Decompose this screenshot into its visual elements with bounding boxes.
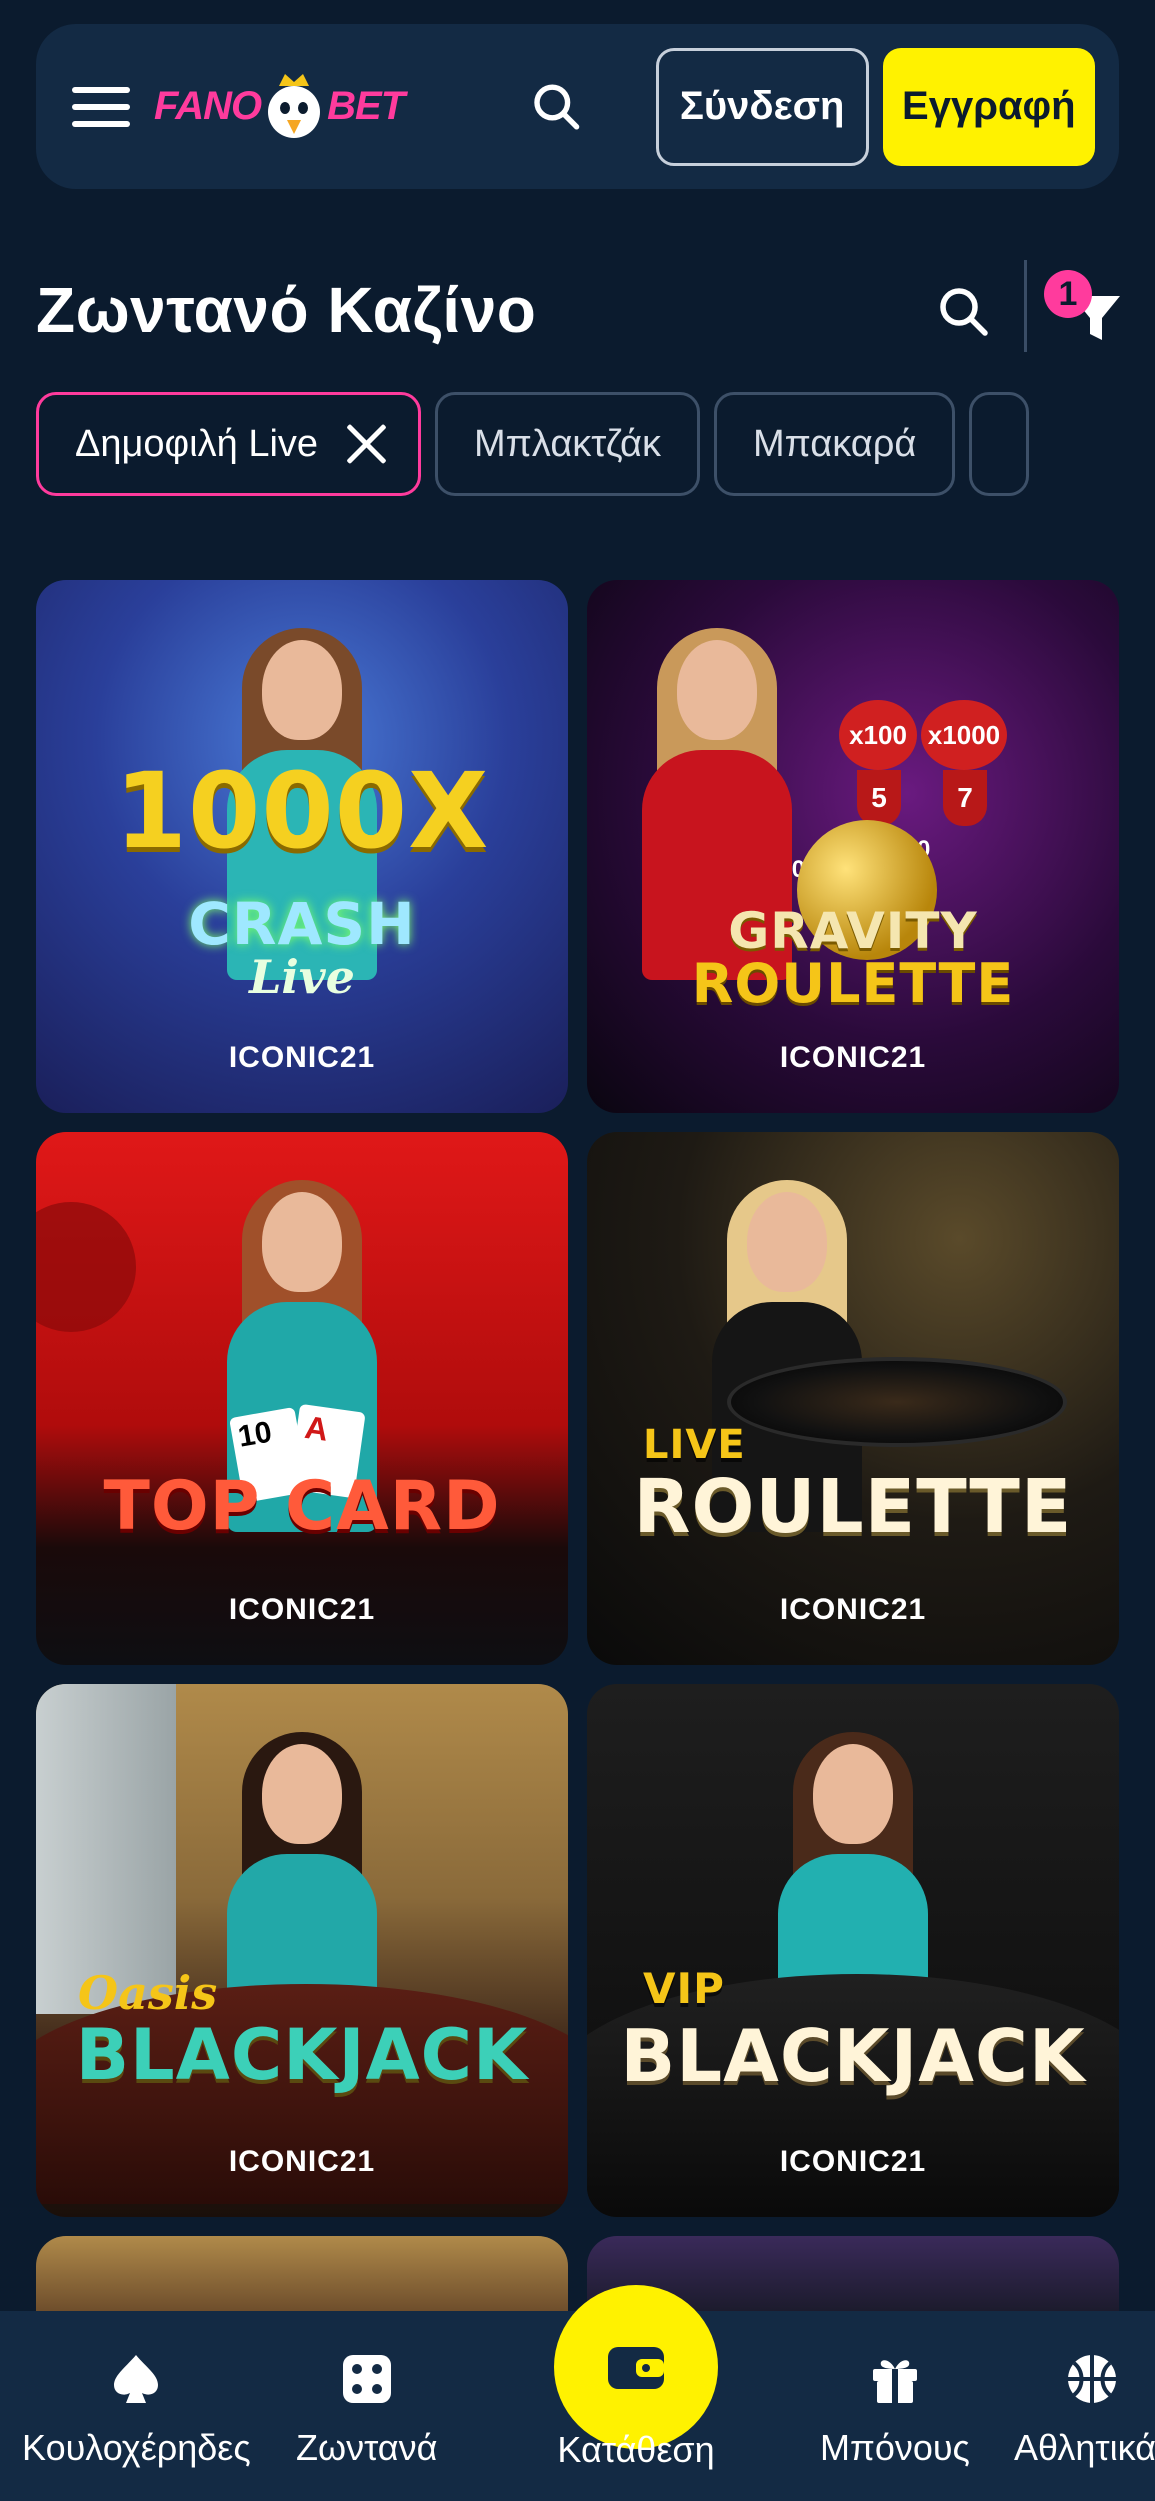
game-tile-vip-blackjack[interactable]: VIP BLACKJACK ICONIC21 bbox=[587, 1684, 1119, 2217]
multiplier-x100: x100 bbox=[839, 700, 917, 770]
divider bbox=[1024, 260, 1027, 352]
game-tile-partial[interactable] bbox=[36, 2236, 568, 2316]
chip-blackjack[interactable]: Μπλακτζάκ bbox=[435, 392, 700, 496]
game-tile-live-roulette[interactable]: LIVE ROULETTE ICONIC21 bbox=[587, 1132, 1119, 1665]
hamburger-menu-icon[interactable] bbox=[60, 71, 130, 143]
eagle-mascot-icon bbox=[268, 73, 321, 138]
provider-logo: ICONIC21 bbox=[779, 2145, 927, 2178]
page-title: Ζωντανό Καζίνο bbox=[36, 274, 537, 346]
chip-label: Μπλακτζάκ bbox=[474, 422, 661, 465]
chip-label: Μπακαρά bbox=[752, 422, 917, 465]
filter-count-badge: 1 bbox=[1044, 270, 1092, 318]
spade-icon bbox=[114, 2355, 159, 2403]
game-tile-crash-live[interactable]: 1000X CRASH Live ICONIC21 bbox=[36, 580, 568, 1113]
provider-logo: ICONIC21 bbox=[228, 1593, 376, 1626]
chip-label: Δημοφιλή Live bbox=[75, 422, 319, 465]
nav-sports[interactable]: Αθλητικά bbox=[1014, 2351, 1155, 2469]
category-chips: Δημοφιλή Live Μπλακτζάκ Μπακαρά bbox=[36, 392, 1155, 496]
deposit-button[interactable] bbox=[554, 2285, 718, 2449]
curtain-panel bbox=[36, 1684, 176, 2014]
provider-logo: ICONIC21 bbox=[228, 1041, 376, 1074]
logo-text-left: FANO bbox=[154, 84, 262, 128]
game-tile-top-card[interactable]: 10 A TOP CARD ICONIC21 bbox=[36, 1132, 568, 1665]
number-5: 5 bbox=[857, 770, 901, 826]
dice-icon bbox=[342, 2355, 391, 2403]
chip-baccarat[interactable]: Μπακαρά bbox=[713, 392, 956, 496]
nav-slots[interactable]: Κουλοχέρηδες bbox=[22, 2351, 251, 2469]
game-title: BLACKJACK bbox=[620, 2014, 1086, 2098]
title-row: Ζωντανό Καζίνο 1 bbox=[36, 260, 1120, 360]
nav-label: Ζωντανά bbox=[296, 2427, 438, 2468]
game-title: BLACKJACK bbox=[75, 2014, 529, 2096]
search-icon[interactable] bbox=[528, 75, 586, 139]
game-tile-gravity-roulette[interactable]: x100 x1000 5 7 x1000 x500 GRAVITY ROULET… bbox=[587, 580, 1119, 1113]
provider-logo: ICONIC21 bbox=[779, 1593, 927, 1626]
games-search-icon[interactable] bbox=[934, 282, 994, 342]
game-title: TOP CARD bbox=[103, 1467, 501, 1546]
provider-logo: ICONIC21 bbox=[228, 2145, 376, 2178]
nav-label: Αθλητικά bbox=[1014, 2427, 1155, 2468]
fanobet-logo[interactable]: FANO BET bbox=[154, 72, 405, 142]
game-subtitle: LIVE bbox=[643, 1422, 746, 1468]
chip-popular-live[interactable]: Δημοφιλή Live bbox=[36, 392, 422, 496]
chip-next[interactable] bbox=[969, 392, 1030, 496]
top-header: FANO BET Σύνδεση Εγγραφή bbox=[36, 24, 1119, 189]
bottom-navigation: Κουλοχέρηδες Ζωντανά Κατάθεση Μπόνους Αθ… bbox=[0, 2285, 1155, 2501]
gift-icon bbox=[872, 2360, 917, 2403]
logo-text-right: BET bbox=[327, 84, 405, 128]
game-title: ROULETTE bbox=[633, 1464, 1073, 1550]
nav-live[interactable]: Ζωντανά bbox=[296, 2351, 437, 2469]
register-button[interactable]: Εγγραφή bbox=[882, 47, 1095, 166]
close-icon[interactable] bbox=[344, 422, 388, 466]
filter-button[interactable]: 1 bbox=[1044, 270, 1124, 350]
nav-bonus[interactable]: Μπόνους bbox=[820, 2351, 970, 2469]
game-subtitle: ROULETTE bbox=[691, 952, 1015, 1015]
game-subtitle: VIP bbox=[643, 1964, 725, 2013]
game-artwork bbox=[36, 2236, 568, 2316]
multiplier-x1000: x1000 bbox=[921, 700, 1007, 770]
game-subtitle: Oasis bbox=[78, 1966, 218, 2020]
nav-label: Κουλοχέρηδες bbox=[22, 2427, 251, 2468]
game-badge: 1000X bbox=[114, 750, 490, 872]
provider-logo: ICONIC21 bbox=[779, 1041, 927, 1074]
number-7: 7 bbox=[943, 770, 987, 826]
wallet-icon bbox=[608, 2347, 664, 2389]
login-button[interactable]: Σύνδεση bbox=[655, 47, 869, 166]
nav-deposit-label[interactable]: Κατάθεση bbox=[551, 2429, 721, 2471]
basketball-icon bbox=[1068, 2355, 1116, 2403]
game-subtitle: Live bbox=[249, 950, 355, 1004]
roulette-wheel bbox=[727, 1357, 1067, 1447]
nav-label: Μπόνους bbox=[820, 2427, 970, 2468]
game-tile-oasis-blackjack[interactable]: Oasis BLACKJACK ICONIC21 bbox=[36, 1684, 568, 2217]
game-title: CRASH bbox=[188, 890, 416, 958]
